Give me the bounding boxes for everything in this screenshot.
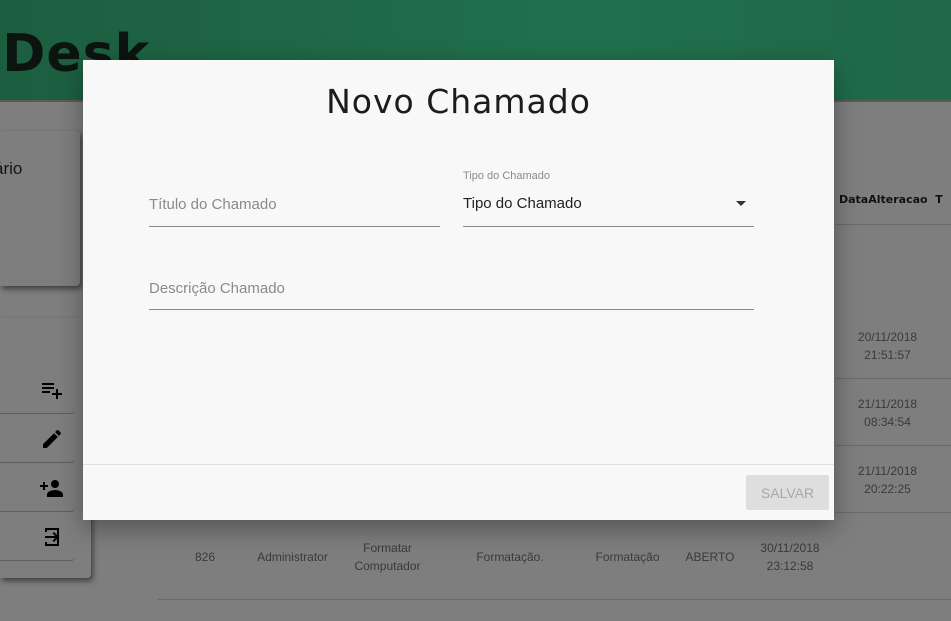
cell-user: Administrator [257, 550, 328, 564]
save-button[interactable]: SALVAR [746, 475, 829, 510]
table-cell-date: 21/11/2018 08:34:54 [857, 397, 918, 429]
playlist-add-icon [42, 383, 62, 399]
edit-icon [43, 429, 61, 448]
new-ticket-dialog: Novo Chamado Tipo do Chamado Tipo do Cha… [83, 60, 834, 520]
sidebar-actions [0, 318, 91, 578]
user-card-label: ário [0, 159, 23, 178]
table-cell-date: 20/11/2018 21:51:57 [857, 330, 918, 362]
dropdown-arrow-icon [736, 201, 746, 206]
add-user-button[interactable] [0, 464, 75, 512]
ticket-title-field[interactable] [149, 194, 440, 227]
cell-date: 30/11/2018 23:12:58 [760, 541, 820, 573]
cell-title: Formatar Computador [354, 541, 421, 573]
cell-description: Formatação. [476, 550, 544, 564]
logout-icon [45, 528, 59, 546]
edit-button[interactable] [0, 415, 75, 463]
user-card: ário [0, 131, 80, 286]
cell-status: ABERTO [685, 550, 735, 564]
dialog-footer-divider [83, 464, 834, 465]
logout-button[interactable] [0, 513, 75, 561]
new-ticket-button[interactable] [0, 366, 75, 414]
cell-id: 826 [194, 550, 216, 564]
ticket-title-input[interactable] [149, 196, 440, 213]
cell-type: Formatação [595, 550, 660, 564]
dialog-title: Novo Chamado [326, 82, 591, 121]
ticket-type-select[interactable]: Tipo do Chamado [463, 195, 754, 227]
person-add-icon [40, 480, 63, 497]
column-header-dataalteracao[interactable]: DataAlteracao T [839, 193, 943, 206]
ticket-description-input[interactable] [149, 280, 754, 297]
ticket-type-value: Tipo do Chamado [463, 195, 582, 212]
table-cell-date: 21/11/2018 20:22:25 [857, 464, 918, 496]
ticket-type-label: Tipo do Chamado [463, 170, 551, 182]
ticket-description-field[interactable] [149, 278, 754, 310]
